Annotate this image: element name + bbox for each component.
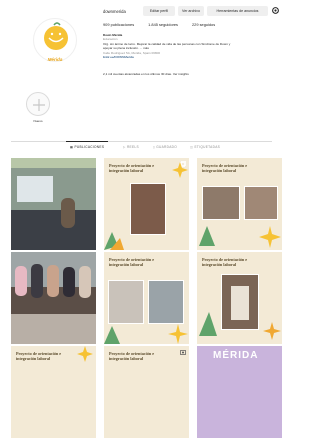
followers-count[interactable]: 1.845 seguidores <box>148 22 178 27</box>
profile-bio: Down Mérida Educación Org. sin ánimo de … <box>103 33 273 59</box>
star-decoration-icon <box>259 226 281 248</box>
post-title: Proyecto de orientación e integración la… <box>202 163 248 173</box>
post-title: Proyecto de orientación e integración la… <box>109 163 155 173</box>
plus-icon <box>33 99 45 111</box>
post-photo <box>148 280 184 324</box>
star-decoration-icon <box>263 322 281 340</box>
post-tile[interactable] <box>11 158 96 250</box>
profile-stats: 909 publicaciones 1.845 seguidores 229 s… <box>103 22 215 27</box>
leaf-decoration-icon <box>199 312 217 336</box>
star-decoration-icon <box>172 162 188 178</box>
view-archive-button[interactable]: Ver archivo <box>178 6 204 16</box>
username: downmerida <box>103 9 126 14</box>
following-count[interactable]: 229 seguidos <box>192 22 215 27</box>
post-photo-door <box>231 286 249 320</box>
post-tile[interactable]: Proyecto de orientación e integración la… <box>104 346 189 438</box>
post-photo-top-band <box>11 158 96 168</box>
post-title: Proyecto de orientación e integración la… <box>109 351 155 361</box>
down-merida-logo <box>44 22 68 50</box>
post-photo-floor <box>11 314 96 344</box>
post-photo <box>202 186 240 220</box>
tabs-divider <box>11 141 272 142</box>
post-photo-person <box>47 265 59 297</box>
posts-count[interactable]: 909 publicaciones <box>103 22 134 27</box>
post-photo-person <box>15 266 27 296</box>
post-photo-screen <box>17 176 53 202</box>
new-highlight-button[interactable] <box>26 92 50 116</box>
post-photo-people <box>11 210 96 250</box>
tab-tagged-label: ETIQUETADAS <box>194 145 221 149</box>
post-photo-person <box>79 266 91 298</box>
post-photo <box>108 280 144 324</box>
edit-profile-button[interactable]: Editar perfil <box>143 6 175 16</box>
tab-reels[interactable]: ▷ REELS <box>123 145 139 149</box>
post-tile[interactable]: Proyecto de orientación e integración la… <box>104 158 189 250</box>
post-photo-person <box>61 198 75 228</box>
post-photo <box>244 186 278 220</box>
leaf-decoration-icon <box>104 326 120 344</box>
active-tab-indicator <box>66 141 108 142</box>
logo-text: Mérida <box>47 57 63 62</box>
tab-saved[interactable]: ▯ GUARDADO <box>153 145 177 149</box>
camera-icon <box>180 350 186 355</box>
post-title: Proyecto de orientación e integración la… <box>202 257 248 267</box>
tab-posts-label: PUBLICACIONES <box>74 145 105 149</box>
post-tile[interactable]: Proyecto de orientación e integración la… <box>197 158 282 250</box>
star-decoration-icon <box>168 324 188 344</box>
ad-tools-button[interactable]: Herramientas de anuncios <box>207 6 268 16</box>
leaf-decoration-icon <box>199 226 215 246</box>
tab-tagged[interactable]: ◫ ETIQUETADAS <box>190 145 220 149</box>
tab-reels-label: REELS <box>126 145 139 149</box>
bio-link[interactable]: linktr.ee/DOWNMerida <box>103 55 273 59</box>
post-tile[interactable]: Proyecto de orientación e integración la… <box>104 252 189 344</box>
post-tile[interactable] <box>11 252 96 344</box>
post-photo <box>130 183 166 235</box>
post-tile[interactable]: Proyecto de orientación e integración la… <box>11 346 96 438</box>
leaf-decoration-icon <box>104 232 124 250</box>
reach-note[interactable]: 2,1 mil cuentas alcanzadas en los último… <box>103 72 189 76</box>
tab-posts[interactable]: ▦ PUBLICACIONES <box>70 145 104 149</box>
profile-avatar[interactable] <box>33 18 77 62</box>
post-photo-person <box>31 264 43 298</box>
tab-saved-label: GUARDADO <box>156 145 178 149</box>
post-tile[interactable]: Proyecto de orientación e integración la… <box>197 252 282 344</box>
post-photo-person <box>63 267 75 297</box>
post-title: MÉRIDA <box>213 350 259 361</box>
post-title: Proyecto de orientación e integración la… <box>109 257 155 267</box>
post-tile[interactable]: MÉRIDA <box>197 346 282 438</box>
star-decoration-icon <box>77 346 93 362</box>
highlight-label: Nuevo <box>33 119 43 123</box>
settings-gear-icon[interactable] <box>271 6 280 15</box>
post-title: Proyecto de orientación e integración la… <box>16 351 62 361</box>
